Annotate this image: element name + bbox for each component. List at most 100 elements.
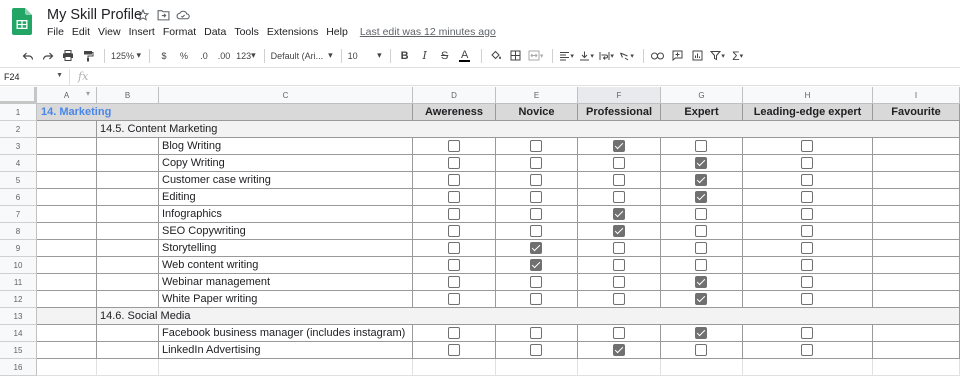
checkbox-checked[interactable] bbox=[613, 344, 625, 356]
checkbox[interactable] bbox=[613, 242, 625, 254]
checkbox[interactable] bbox=[801, 191, 813, 203]
checkbox[interactable] bbox=[801, 327, 813, 339]
checkbox-cell[interactable] bbox=[496, 274, 578, 291]
checkbox-cell[interactable] bbox=[873, 206, 960, 223]
checkbox[interactable] bbox=[801, 140, 813, 152]
grid-cell[interactable] bbox=[97, 223, 159, 240]
checkbox[interactable] bbox=[613, 174, 625, 186]
merge-cells-icon[interactable]: ▾ bbox=[528, 47, 544, 65]
document-title[interactable]: My Skill Profile bbox=[47, 7, 142, 23]
checkbox-cell[interactable] bbox=[578, 291, 661, 308]
checkbox-cell[interactable] bbox=[413, 189, 496, 206]
checkbox-cell[interactable] bbox=[661, 257, 743, 274]
insert-chart-icon[interactable] bbox=[690, 47, 706, 65]
row-header[interactable]: 16 bbox=[0, 359, 37, 376]
checkbox[interactable] bbox=[695, 208, 707, 220]
checkbox-cell[interactable] bbox=[413, 291, 496, 308]
section-title-cell[interactable]: 14. Marketing bbox=[37, 104, 413, 121]
checkbox-cell[interactable] bbox=[873, 172, 960, 189]
menu-help[interactable]: Help bbox=[326, 26, 348, 38]
checkbox-checked[interactable] bbox=[613, 225, 625, 237]
row-header[interactable]: 9 bbox=[0, 240, 37, 257]
checkbox[interactable] bbox=[801, 174, 813, 186]
cloud-status-icon[interactable] bbox=[176, 8, 190, 22]
zoom-select[interactable]: 125% ▾ bbox=[111, 47, 141, 65]
checkbox-cell[interactable] bbox=[413, 206, 496, 223]
column-header-h[interactable]: H bbox=[743, 87, 873, 104]
checkbox-cell[interactable] bbox=[743, 155, 873, 172]
checkbox[interactable] bbox=[530, 174, 542, 186]
skill-label-cell[interactable]: Customer case writing bbox=[159, 172, 413, 189]
column-header-g[interactable]: G bbox=[661, 87, 743, 104]
grid-cell[interactable] bbox=[661, 359, 743, 376]
checkbox[interactable] bbox=[448, 208, 460, 220]
checkbox-cell[interactable] bbox=[873, 257, 960, 274]
checkbox[interactable] bbox=[530, 225, 542, 237]
checkbox[interactable] bbox=[613, 191, 625, 203]
menu-view[interactable]: View bbox=[98, 26, 121, 38]
strikethrough-button[interactable]: S bbox=[437, 47, 453, 65]
checkbox-cell[interactable] bbox=[661, 325, 743, 342]
checkbox-cell[interactable] bbox=[873, 189, 960, 206]
checkbox[interactable] bbox=[801, 276, 813, 288]
grid-cell[interactable] bbox=[97, 342, 159, 359]
borders-icon[interactable] bbox=[508, 47, 524, 65]
checkbox-cell[interactable] bbox=[578, 138, 661, 155]
text-color-button[interactable]: A bbox=[457, 47, 473, 65]
horizontal-align-icon[interactable]: ▾ bbox=[559, 47, 575, 65]
checkbox-cell[interactable] bbox=[661, 189, 743, 206]
column-a-menu-icon[interactable]: ▾ bbox=[86, 89, 90, 98]
checkbox-cell[interactable] bbox=[496, 325, 578, 342]
grid-cell[interactable] bbox=[97, 274, 159, 291]
grid-cell[interactable] bbox=[97, 155, 159, 172]
level-header-cell[interactable]: Expert bbox=[661, 104, 743, 121]
row-header[interactable]: 12 bbox=[0, 291, 37, 308]
font-select[interactable]: Default (Ari... ▾ bbox=[271, 47, 333, 65]
row-header[interactable]: 13 bbox=[0, 308, 37, 325]
skill-label-cell[interactable]: Blog Writing bbox=[159, 138, 413, 155]
checkbox-cell[interactable] bbox=[873, 274, 960, 291]
column-header-f[interactable]: F bbox=[578, 87, 661, 104]
checkbox[interactable] bbox=[613, 157, 625, 169]
checkbox-cell[interactable] bbox=[743, 138, 873, 155]
checkbox[interactable] bbox=[448, 157, 460, 169]
checkbox-cell[interactable] bbox=[413, 172, 496, 189]
checkbox-cell[interactable] bbox=[413, 325, 496, 342]
undo-icon[interactable] bbox=[20, 47, 36, 65]
checkbox-checked[interactable] bbox=[695, 157, 707, 169]
checkbox-cell[interactable] bbox=[496, 206, 578, 223]
menu-extensions[interactable]: Extensions bbox=[267, 26, 318, 38]
grid-cell[interactable] bbox=[578, 359, 661, 376]
skill-label-cell[interactable]: Editing bbox=[159, 189, 413, 206]
grid-cell[interactable] bbox=[37, 359, 97, 376]
percent-format-button[interactable]: % bbox=[176, 47, 192, 65]
checkbox[interactable] bbox=[530, 344, 542, 356]
checkbox[interactable] bbox=[613, 293, 625, 305]
skill-label-cell[interactable]: Copy Writing bbox=[159, 155, 413, 172]
checkbox-cell[interactable] bbox=[413, 155, 496, 172]
skill-label-cell[interactable]: SEO Copywriting bbox=[159, 223, 413, 240]
skill-label-cell[interactable]: LinkedIn Advertising bbox=[159, 342, 413, 359]
row-header[interactable]: 4 bbox=[0, 155, 37, 172]
grid-cell[interactable] bbox=[37, 257, 97, 274]
checkbox-cell[interactable] bbox=[743, 172, 873, 189]
checkbox[interactable] bbox=[695, 140, 707, 152]
checkbox-cell[interactable] bbox=[413, 240, 496, 257]
checkbox-cell[interactable] bbox=[578, 155, 661, 172]
checkbox-cell[interactable] bbox=[496, 138, 578, 155]
row-header[interactable]: 11 bbox=[0, 274, 37, 291]
row-header[interactable]: 2 bbox=[0, 121, 37, 138]
checkbox-cell[interactable] bbox=[578, 223, 661, 240]
checkbox[interactable] bbox=[448, 225, 460, 237]
grid-cell[interactable] bbox=[37, 342, 97, 359]
row-header[interactable]: 10 bbox=[0, 257, 37, 274]
currency-format-button[interactable]: $ bbox=[156, 47, 172, 65]
print-icon[interactable] bbox=[60, 47, 76, 65]
checkbox[interactable] bbox=[613, 276, 625, 288]
checkbox-checked[interactable] bbox=[530, 242, 542, 254]
checkbox[interactable] bbox=[448, 293, 460, 305]
checkbox-cell[interactable] bbox=[743, 189, 873, 206]
menu-format[interactable]: Format bbox=[163, 26, 196, 38]
checkbox-cell[interactable] bbox=[873, 325, 960, 342]
checkbox[interactable] bbox=[801, 344, 813, 356]
